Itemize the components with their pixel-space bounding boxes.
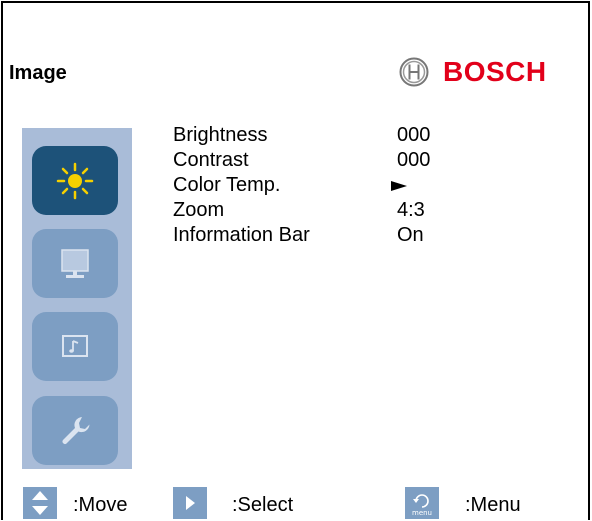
move-label: :Move xyxy=(73,494,128,516)
page-title: Image xyxy=(9,62,67,84)
menu-button[interactable]: menu xyxy=(405,487,439,519)
menu-value: 000 xyxy=(397,149,431,171)
sidebar-item-settings[interactable] xyxy=(32,396,118,465)
sidebar xyxy=(22,128,132,469)
footer-help-bar: :Move :Select menu :Menu xyxy=(0,485,592,521)
brand-name: BOSCH xyxy=(443,56,547,87)
brand-logo: BOSCH xyxy=(399,55,547,89)
menu-return-icon: menu xyxy=(412,494,432,517)
menu-icon-text: menu xyxy=(412,509,432,517)
sun-icon xyxy=(56,162,94,199)
right-triangle-icon xyxy=(186,496,195,510)
menu-value: On xyxy=(397,224,424,246)
select-label: :Select xyxy=(232,494,294,516)
menu-label: Color Temp. xyxy=(173,174,281,196)
menu-label: Contrast xyxy=(173,149,249,171)
select-button[interactable] xyxy=(173,487,207,519)
sidebar-item-image[interactable] xyxy=(32,146,118,215)
menu-value: 4:3 xyxy=(397,199,425,221)
bosch-armature-icon xyxy=(399,57,429,87)
wrench-icon xyxy=(62,416,90,444)
music-note-screen-icon xyxy=(62,334,88,357)
menu-label: :Menu xyxy=(465,494,521,516)
move-button[interactable] xyxy=(23,487,57,519)
menu-value: 000 xyxy=(397,124,431,146)
menu-label: Brightness xyxy=(173,124,268,146)
sidebar-item-audio[interactable] xyxy=(32,312,118,381)
sidebar-item-display[interactable] xyxy=(32,229,118,298)
right-arrow-icon xyxy=(391,181,407,191)
up-down-arrows-icon xyxy=(32,491,48,515)
monitor-icon xyxy=(61,248,89,278)
menu-label: Zoom xyxy=(173,199,225,221)
menu-label: Information Bar xyxy=(173,224,310,246)
